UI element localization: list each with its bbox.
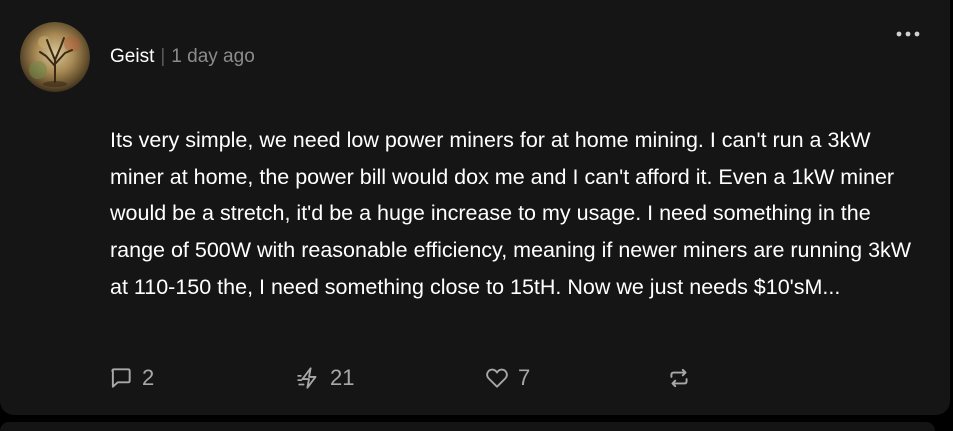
- heart-icon: [486, 368, 508, 388]
- like-count: 7: [518, 365, 531, 390]
- repost-button[interactable]: [666, 362, 700, 394]
- avatar[interactable]: [20, 22, 90, 92]
- like-button[interactable]: 7: [484, 362, 530, 394]
- author-name[interactable]: Geist: [110, 46, 154, 67]
- reply-icon: [111, 368, 131, 388]
- zap-button[interactable]: 21: [296, 362, 354, 394]
- next-post-edge: [0, 422, 935, 431]
- tree-avatar-icon: [20, 22, 90, 92]
- header-separator: |: [160, 46, 166, 67]
- post-header: Geist | 1 day ago: [110, 45, 255, 69]
- post-timestamp[interactable]: 1 day ago: [171, 46, 254, 67]
- post-card: Geist | 1 day ago Its very simple, we need…: [0, 0, 950, 415]
- more-icon: [896, 31, 920, 37]
- reply-count: 2: [142, 365, 155, 390]
- zap-icon: [297, 367, 317, 389]
- reply-button[interactable]: 2: [108, 362, 154, 394]
- repost-icon: [670, 368, 688, 388]
- post-content: Its very simple, we need low power miner…: [110, 128, 912, 299]
- more-options-button[interactable]: [888, 22, 928, 46]
- zap-count: 21: [330, 365, 355, 390]
